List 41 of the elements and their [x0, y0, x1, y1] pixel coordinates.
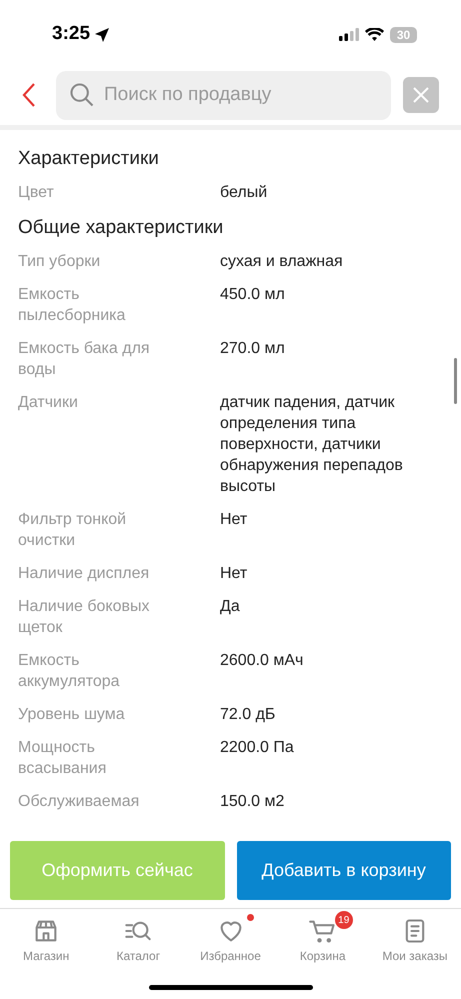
- spec-value: 2200.0 Па: [220, 738, 295, 758]
- spec-label: Емкость бака для воды: [18, 339, 151, 380]
- spec-value: Нет: [220, 510, 248, 530]
- spec-value: 72.0 дБ: [220, 705, 276, 725]
- spec-label: Обслуживаемая: [18, 792, 140, 812]
- spec-label: Наличие дисплея: [18, 564, 150, 584]
- status-time: 3:25: [52, 22, 90, 46]
- spec-value: Нет: [220, 564, 248, 584]
- close-icon: [412, 86, 430, 104]
- wifi-icon: [365, 28, 384, 42]
- spec-label: Емкость пылесборника: [18, 285, 126, 326]
- search-icon: [68, 81, 96, 109]
- signal-icon: [339, 28, 359, 41]
- location-arrow-icon: [94, 26, 110, 42]
- tab-bar-item[interactable]: Избранное: [184, 909, 277, 965]
- add-to-cart-button[interactable]: Добавить в корзину: [236, 841, 451, 900]
- tab-bar-item[interactable]: Магазин: [0, 909, 92, 965]
- spec-label: Цвет: [18, 183, 55, 203]
- section-title: Характеристики: [18, 147, 160, 171]
- tab-bar-item[interactable]: 19 Корзина: [276, 909, 369, 965]
- spec-value: Да: [220, 597, 241, 617]
- spec-value: 270.0 мл: [220, 339, 286, 359]
- tab-bar-item[interactable]: Мои заказы: [368, 909, 461, 965]
- spec-value: белый: [220, 183, 268, 203]
- spec-label: Уровень шума: [18, 705, 126, 725]
- spec-label: Емкость аккумулятора: [18, 651, 121, 692]
- battery-indicator: 30: [390, 26, 417, 42]
- spec-value: датчик падения, датчик определения типа поверхности, датчики обнаружения перепадов высоты: [220, 393, 404, 497]
- section-title: Общие характеристики: [18, 216, 224, 240]
- spec-label: Тип уборки: [18, 252, 102, 272]
- spec-label: Мощность всасывания: [18, 738, 108, 779]
- spec-value: 2600.0 мАч: [220, 651, 304, 671]
- cart-count-badge: 19: [334, 911, 353, 929]
- spec-value: сухая и влажная: [220, 252, 344, 272]
- spec-label: Наличие боковых щеток: [18, 597, 150, 638]
- spec-value: 150.0 м2: [220, 792, 286, 812]
- spec-value: 450.0 мл: [220, 285, 286, 305]
- scrollbar: [454, 358, 457, 404]
- spec-label: Датчики: [18, 393, 79, 413]
- spec-label: Фильтр тонкой очистки: [18, 510, 128, 551]
- tab-bar-item[interactable]: Каталог: [92, 909, 184, 965]
